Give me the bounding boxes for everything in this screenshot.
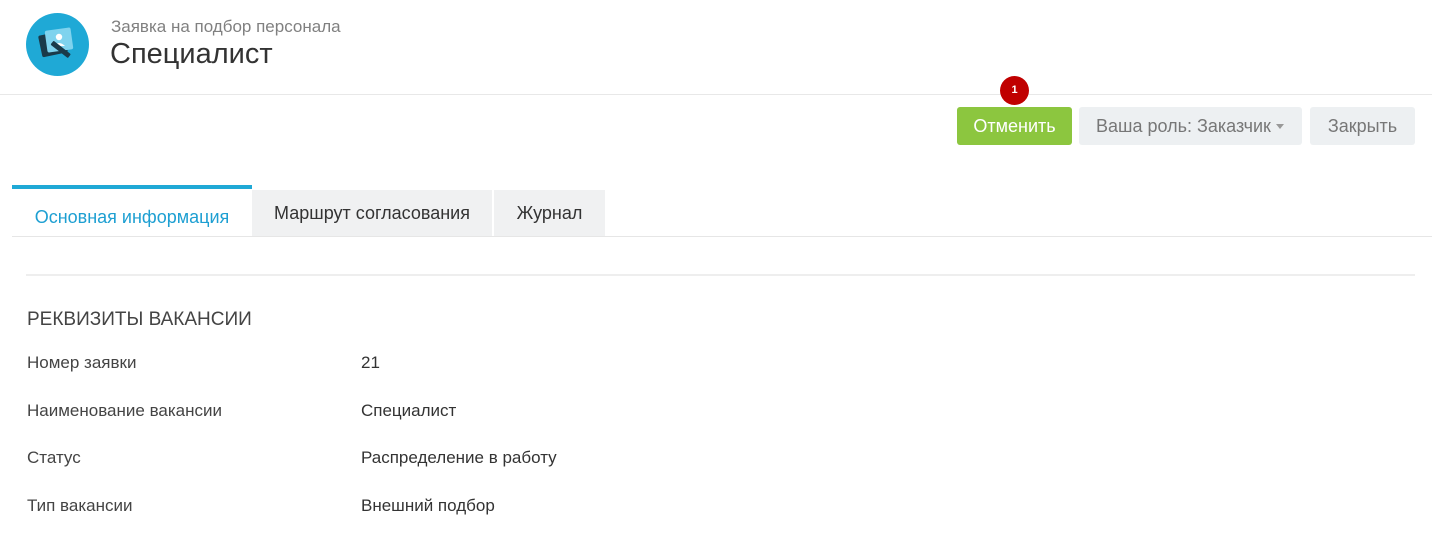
field-value-request-number: 21	[361, 353, 380, 372]
role-dropdown-label: Ваша роль: Заказчик	[1096, 116, 1271, 136]
tab-bar: Основная информация Маршрут согласования…	[12, 185, 1432, 237]
page-title: Специалист	[110, 38, 273, 70]
field-label-status: Статус	[27, 448, 81, 467]
edit-document-icon	[38, 27, 74, 58]
tab-main-info[interactable]: Основная информация	[12, 185, 252, 237]
section-title: РЕКВИЗИТЫ ВАКАНСИИ	[27, 309, 252, 330]
field-value-vacancy-type: Внешний подбор	[361, 496, 495, 515]
field-value-status: Распределение в работу	[361, 448, 557, 467]
app-logo	[26, 13, 89, 76]
tab-bar-divider	[12, 236, 1432, 237]
page-subtitle: Заявка на подбор персонала	[111, 17, 341, 36]
field-value-vacancy-name: Специалист	[361, 401, 457, 420]
field-label-request-number: Номер заявки	[27, 353, 137, 372]
page-header: Заявка на подбор персонала Специалист	[0, 0, 1432, 95]
field-label-vacancy-name: Наименование вакансии	[27, 401, 223, 420]
tab-approval-route[interactable]: Маршрут согласования	[252, 190, 493, 237]
field-label-vacancy-type: Тип вакансии	[27, 496, 133, 515]
caret-down-icon	[1276, 124, 1284, 129]
tab-journal[interactable]: Журнал	[494, 190, 605, 237]
close-button[interactable]: Закрыть	[1310, 107, 1415, 145]
cancel-button[interactable]: Отменить	[957, 107, 1072, 145]
notification-badge: 1	[1000, 76, 1029, 105]
section-divider	[26, 274, 1415, 276]
role-dropdown-button[interactable]: Ваша роль: Заказчик	[1079, 107, 1302, 145]
